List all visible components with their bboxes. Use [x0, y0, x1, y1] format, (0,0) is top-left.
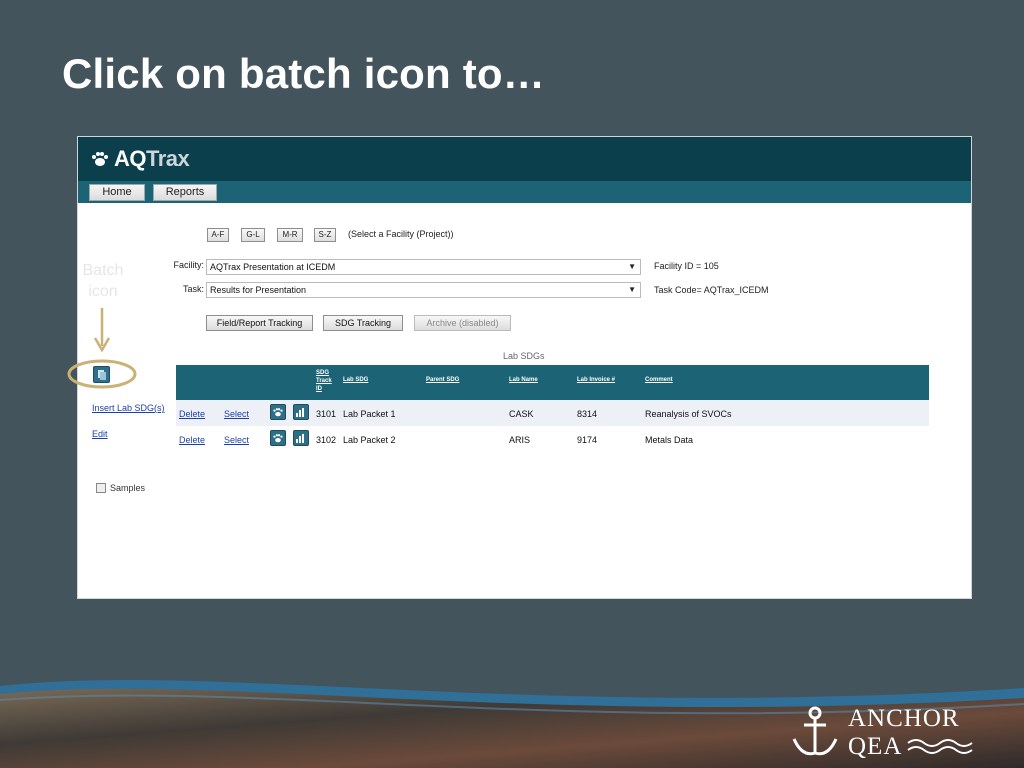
- highlight-ellipse: [67, 359, 137, 389]
- annotation-overlay: [67, 308, 137, 389]
- waves-icon: [907, 739, 973, 754]
- anchor-qea-logo: ANCHOR QEA: [788, 705, 973, 765]
- arrow-down-icon: [93, 308, 111, 353]
- brand-anchor: ANCHOR: [848, 705, 960, 732]
- anchor-icon: [792, 706, 838, 756]
- brand-qea: QEA: [848, 733, 903, 760]
